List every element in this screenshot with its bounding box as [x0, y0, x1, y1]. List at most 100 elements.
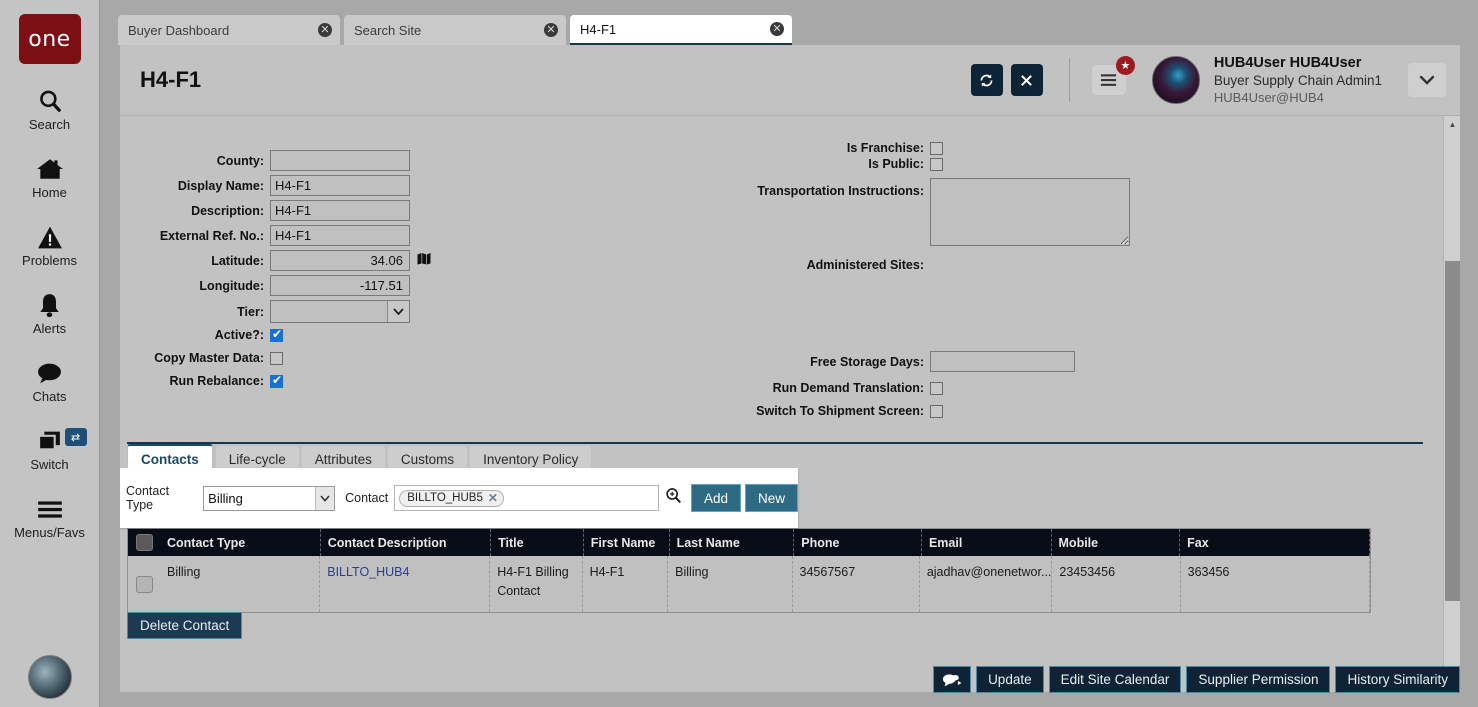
field-external-ref-no: External Ref. No.:	[148, 225, 420, 246]
tab-search-site[interactable]: Search Site ✕	[344, 15, 566, 45]
cell-mobile: 23453456	[1052, 556, 1181, 612]
contact-description-link[interactable]: BILLTO_HUB4	[327, 565, 409, 579]
close-icon[interactable]: ✕	[318, 23, 332, 37]
select-all-checkbox-cell[interactable]	[128, 529, 160, 556]
contact-filter-overlay: Contact Type Billing Contact BILLTO_HUB5	[120, 468, 798, 528]
delete-contact-button[interactable]: Delete Contact	[127, 612, 243, 639]
update-button[interactable]: Update	[976, 666, 1044, 693]
sub-tab-label: Attributes	[314, 451, 372, 467]
contact-chip-label: BILLTO_HUB5	[407, 492, 483, 504]
column-header-mobile[interactable]: Mobile	[1052, 529, 1181, 556]
close-icon[interactable]: ✕	[544, 23, 558, 37]
run-demand-translation-checkbox[interactable]	[930, 381, 943, 395]
contact-input[interactable]: BILLTO_HUB5 ✕	[394, 485, 659, 511]
contact-type-label: Contact Type	[126, 484, 170, 512]
column-header-title[interactable]: Title	[491, 529, 584, 556]
sidebar-avatar[interactable]	[28, 655, 72, 699]
sidebar-item-label: Problems	[22, 253, 77, 268]
select-all-checkbox[interactable]	[135, 534, 153, 551]
transportation-instructions-textarea[interactable]	[930, 178, 1130, 246]
app-logo[interactable]: one	[18, 14, 81, 64]
sidebar-item-problems[interactable]: Problems	[0, 222, 100, 268]
column-header-contact-type[interactable]: Contact Type	[160, 529, 321, 556]
longitude-input[interactable]	[270, 275, 410, 296]
sub-tab-label: Contacts	[141, 451, 199, 467]
free-storage-days-input[interactable]	[930, 351, 1075, 372]
row-checkbox-cell[interactable]	[128, 556, 160, 612]
field-display-name: Display Name:	[148, 175, 420, 196]
field-label: Latitude:	[211, 253, 264, 268]
map-icon[interactable]	[417, 252, 431, 270]
new-button[interactable]: New	[744, 484, 798, 512]
page-title: H4-F1	[140, 67, 202, 92]
tab-h4-f1[interactable]: H4-F1 ✕	[570, 15, 792, 45]
external-ref-no-input[interactable]	[270, 225, 410, 246]
row-checkbox[interactable]	[135, 575, 153, 593]
column-header-email[interactable]: Email	[922, 529, 1052, 556]
sidebar-item-home[interactable]: Home	[0, 154, 100, 200]
display-name-input[interactable]	[270, 175, 410, 196]
tier-select[interactable]	[270, 300, 410, 323]
sidebar-item-label: Home	[32, 185, 67, 200]
tab-buyer-dashboard[interactable]: Buyer Dashboard ✕	[118, 15, 340, 45]
content-panel: County: Display Name: Description: Exter…	[120, 115, 1460, 692]
scrollbar-thumb[interactable]	[1445, 261, 1460, 601]
cell-title: H4-F1 Billing Contact	[490, 556, 583, 612]
close-icon[interactable]: ✕	[770, 22, 784, 36]
favorites-menu-button[interactable]: ★	[1091, 56, 1135, 95]
column-header-first-name[interactable]: First Name	[584, 529, 670, 556]
supplier-permission-button[interactable]: Supplier Permission	[1186, 666, 1331, 693]
sidebar-item-menus-favs[interactable]: Menus/Favs	[0, 494, 100, 540]
sidebar-item-search[interactable]: Search	[0, 86, 100, 132]
contact-type-select[interactable]: Billing	[203, 485, 336, 511]
table-row[interactable]: Billing BILLTO_HUB4 H4-F1 Billing Contac…	[128, 556, 1370, 612]
chat-icon	[36, 358, 63, 388]
search-icon[interactable]	[665, 487, 682, 509]
sidebar-item-chats[interactable]: Chats	[0, 358, 100, 404]
sidebar-item-label: Switch	[30, 457, 69, 472]
field-label: Is Public:	[868, 157, 924, 171]
description-input[interactable]	[270, 200, 410, 221]
copy-master-data-checkbox[interactable]	[270, 351, 283, 365]
field-is-public: Is Public:	[740, 157, 1070, 171]
add-button[interactable]: Add	[690, 484, 741, 512]
header-divider	[1068, 58, 1070, 102]
cell-contact-description[interactable]: BILLTO_HUB4	[320, 556, 491, 612]
user-menu-button[interactable]	[1408, 63, 1446, 97]
field-label: Tier:	[237, 304, 264, 319]
vertical-scrollbar[interactable]: ▲ ▼	[1443, 116, 1460, 692]
close-page-button[interactable]	[1010, 64, 1043, 96]
field-transportation-instructions: Transportation Instructions:	[740, 178, 1130, 246]
field-run-demand-translation: Run Demand Translation:	[740, 381, 1140, 395]
column-header-phone[interactable]: Phone	[794, 529, 922, 556]
field-longitude: Longitude:	[148, 275, 420, 296]
sidebar-item-switch[interactable]: ⇄ Switch	[0, 426, 100, 472]
cell-contact-type: Billing	[160, 556, 321, 612]
active-checkbox[interactable]	[270, 327, 283, 342]
refresh-icon	[980, 74, 993, 86]
scroll-up-arrow-icon[interactable]: ▲	[1444, 116, 1461, 133]
site-form: County: Display Name: Description: Exter…	[120, 116, 1443, 418]
user-role: Buyer Supply Chain Admin1	[1213, 73, 1382, 89]
sidebar-item-alerts[interactable]: Alerts	[0, 290, 100, 336]
history-similarity-button[interactable]: History Similarity	[1335, 666, 1460, 693]
switch-badge-icon[interactable]: ⇄	[64, 428, 87, 446]
edit-site-calendar-button[interactable]: Edit Site Calendar	[1048, 666, 1182, 693]
close-icon[interactable]: ✕	[488, 491, 498, 505]
county-input[interactable]	[270, 150, 410, 171]
column-header-last-name[interactable]: Last Name	[670, 529, 795, 556]
chevron-down-icon	[315, 486, 335, 510]
is-public-checkbox[interactable]	[930, 157, 943, 171]
scroll-area: County: Display Name: Description: Exter…	[120, 116, 1443, 692]
cell-email: ajadhav@onenetwor...	[920, 556, 1053, 612]
latitude-input[interactable]	[270, 250, 410, 271]
chat-button[interactable]	[933, 666, 972, 693]
run-rebalance-checkbox[interactable]	[270, 373, 283, 388]
avatar[interactable]	[1151, 56, 1200, 104]
refresh-button[interactable]	[970, 64, 1003, 96]
column-header-contact-description[interactable]: Contact Description	[321, 529, 492, 556]
search-icon	[37, 86, 63, 116]
column-header-fax[interactable]: Fax	[1180, 529, 1371, 556]
user-info: HUB4User HUB4User Buyer Supply Chain Adm…	[1214, 54, 1382, 106]
is-franchise-checkbox[interactable]	[930, 141, 943, 155]
